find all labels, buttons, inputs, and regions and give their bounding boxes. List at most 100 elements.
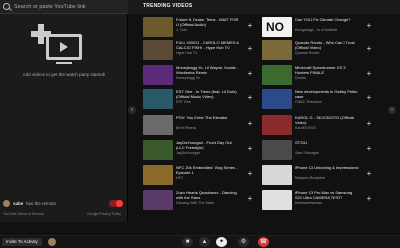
add-to-queue-icon[interactable]: + [246,70,254,78]
add-to-queue-icon[interactable]: + [246,22,254,30]
left-panel: Add videos to get the watch party starte… [0,0,128,222]
add-to-queue-icon[interactable]: + [246,145,254,153]
camera-icon: ■ [185,239,190,245]
add-to-queue-icon[interactable]: + [365,195,373,203]
video-thumbnail[interactable] [143,115,173,135]
camera-button[interactable]: ■ [182,237,193,247]
avatar[interactable] [48,238,56,246]
video-channel: Kurzgesagt – In a Nutshell [295,28,338,32]
add-to-queue-icon[interactable]: + [365,70,373,78]
avatar [3,200,10,207]
add-to-queue-icon[interactable]: + [246,45,254,53]
leave-call-icon: ☎ [259,239,268,245]
add-to-queue-icon[interactable]: + [365,145,373,153]
add-to-queue-icon[interactable]: + [246,120,254,128]
invite-button[interactable]: Invite To Activity [2,238,42,246]
video-title: Zuzu Hearts Quackaroo - Dancing with the… [176,190,237,200]
video-title: KAROL G - SEJODIOTO (Official Video) [295,115,354,125]
video-channel: JayDaYoungan [176,151,201,155]
video-card[interactable]: iPhone 13 Pro Max vs Samsung S21 Ultra C… [262,190,375,210]
video-card[interactable]: Moneybagg Yo, Lil Wayne, Kodak - Wockesh… [143,65,256,85]
video-card[interactable]: Quando Rondo - Who Can I Trust (Official… [262,40,375,60]
video-thumbnail[interactable] [143,17,173,37]
add-to-queue-icon[interactable]: + [246,170,254,178]
add-to-queue-icon[interactable]: + [365,120,373,128]
video-title: FULL VIDEO - CAROLO MEMES A CALCIO FISHI… [176,40,239,50]
video-channel: J. Cole [176,28,188,32]
video-thumbnail[interactable] [262,89,292,109]
activity-button[interactable]: ✦ [216,237,227,247]
video-channel: Marques Brownlee [295,176,325,180]
video-title: Can YOU Fix Climate Change? [295,17,351,22]
video-card[interactable]: STS31 Sam Suburgan + [262,140,375,160]
scroll-left-button[interactable]: ‹ [128,106,136,114]
video-thumbnail[interactable] [143,140,173,160]
privacy-link[interactable]: Google Privacy Policy [87,212,121,216]
video-card[interactable]: NO Can YOU Fix Climate Change? Kurzgesagt … [262,17,375,37]
video-card[interactable]: KAROL G - SEJODIOTO (Official Video) Karo… [262,115,375,135]
video-thumbnail[interactable] [262,115,292,135]
add-to-queue-icon[interactable]: + [365,94,373,102]
add-to-queue-icon[interactable]: + [365,22,373,30]
video-title: Moneybagg Yo, Lil Wayne, Kodak - Wockesh… [176,65,239,75]
add-video-icon [30,24,86,68]
video-channel: CNBC Television [295,100,322,104]
video-title: EST Gee - In Trees (feat. Lil Durk) (Off… [176,89,237,99]
video-thumbnail[interactable] [262,190,292,210]
video-thumbnail[interactable] [262,40,292,60]
video-title: NFC 20k Embedded: Vlog Series - Episode … [176,165,238,175]
video-thumbnail[interactable]: NO [262,17,292,37]
video-title: STS31 [295,140,308,145]
video-thumbnail[interactable] [143,165,173,185]
video-card[interactable]: Future ft. Drake, Tems - WAIT FOR U (Off… [143,17,256,37]
video-title: JayDaYoungan - Front Day Out (LLC Freest… [176,140,232,150]
video-thumbnail[interactable] [262,65,292,85]
trending-title: TRENDING VIDEOS [143,3,193,9]
search-input[interactable] [14,1,124,13]
video-channel: Hype Hub TV [176,51,198,55]
terms-link[interactable]: YouTube Terms of Service [3,212,44,216]
activity-icon: ✦ [218,239,225,245]
video-thumbnail[interactable] [143,190,173,210]
video-title: iPhone 13 Unboxing & Impressions! [295,165,359,170]
video-card[interactable]: POV: You Enter The Elevator Brent Rivera + [143,115,256,135]
video-thumbnail[interactable] [143,65,173,85]
video-channel: EST Gee [176,100,191,104]
video-card[interactable]: iPhone 13 Unboxing & Impressions! Marques… [262,165,375,185]
video-card[interactable]: JayDaYoungan - Front Day Out (LLC Freest… [143,140,256,160]
video-card[interactable]: NFC 20k Embedded: Vlog Series - Episode … [143,165,256,185]
scroll-right-button[interactable]: › [388,106,396,114]
screen-share-button[interactable]: ▲ [199,237,210,247]
video-thumbnail[interactable] [262,140,292,160]
leave-call-button[interactable]: ☎ [258,237,269,247]
settings-icon: ⚙ [240,239,247,245]
video-channel: NFC [176,176,184,180]
remote-status-text: has the remote [26,201,57,206]
search-bar [0,0,128,14]
search-icon [3,3,10,10]
video-thumbnail[interactable] [143,40,173,60]
add-to-queue-icon[interactable]: + [246,195,254,203]
add-to-queue-icon[interactable]: + [365,45,373,53]
video-card[interactable]: Zuzu Hearts Quackaroo - Dancing with the… [143,190,256,210]
video-thumbnail[interactable] [262,165,292,185]
video-title: iPhone 13 Pro Max vs Samsung S21 Ultra C… [295,190,353,200]
thumbnail-text: NO [266,20,284,34]
video-card[interactable]: Minecraft Speedrunner VS 3 Hunters FINAL… [262,65,375,85]
video-card[interactable]: FULL VIDEO - CAROLO MEMES A CALCIO FISHI… [143,40,256,60]
screen-share-icon: ▲ [201,239,208,245]
video-card[interactable]: EST Gee - In Trees (feat. Lil Durk) (Off… [143,89,256,109]
video-thumbnail[interactable] [143,89,173,109]
video-card[interactable]: New developments in Gabby Petito case CNB… [262,89,375,109]
remote-toggle[interactable] [109,200,123,207]
add-to-queue-icon[interactable]: + [246,94,254,102]
bottom-bar: Invite To Activity ■ ▲ ✦ ⚙ ☎ [0,235,400,248]
video-title: POV: You Enter The Elevator [176,115,228,120]
add-to-queue-icon[interactable]: + [365,170,373,178]
video-channel: Quando Rondo [295,51,320,55]
video-channel: Dream [295,76,306,80]
remote-user-name: sabe [13,201,24,206]
video-title: Future ft. Drake, Tems - WAIT FOR U (Off… [176,17,239,27]
settings-button[interactable]: ⚙ [238,237,249,247]
empty-queue-hint: Add videos to get the watch party starte… [22,72,106,77]
